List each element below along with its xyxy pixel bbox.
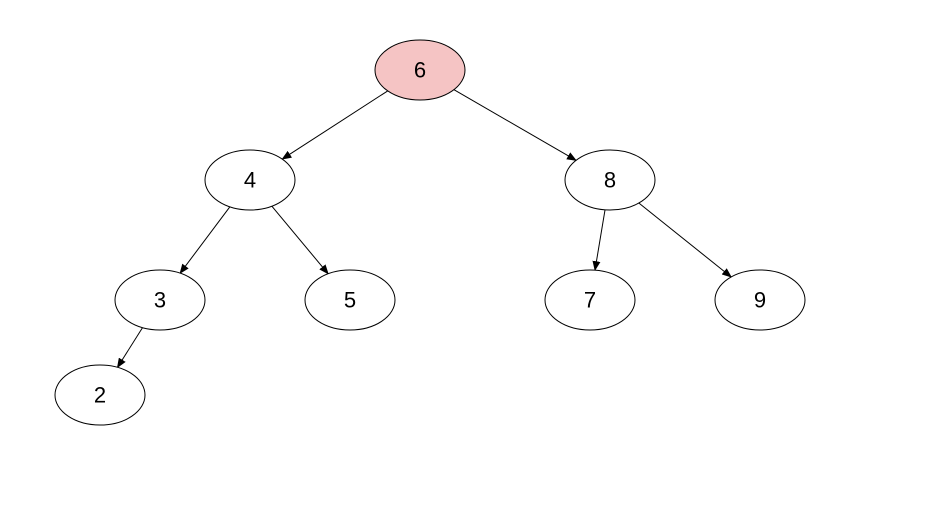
tree-node: 3 (115, 270, 205, 330)
tree-edge (180, 207, 230, 273)
tree-node: 8 (565, 150, 655, 210)
tree-edge (639, 203, 731, 277)
tree-edge (595, 210, 605, 270)
tree-node: 9 (715, 270, 805, 330)
node-label: 3 (154, 288, 166, 313)
tree-nodes: 6 4 8 3 5 7 9 2 (55, 40, 805, 425)
tree-edge (117, 328, 142, 368)
node-label: 8 (604, 168, 616, 193)
node-label: 5 (344, 288, 356, 313)
tree-node: 7 (545, 270, 635, 330)
tree-edge (454, 90, 576, 161)
node-label: 7 (584, 288, 596, 313)
tree-node: 5 (305, 270, 395, 330)
tree-node: 4 (205, 150, 295, 210)
node-label: 6 (414, 58, 426, 83)
tree-edges (117, 90, 731, 368)
tree-node: 6 (375, 40, 465, 100)
tree-edge (282, 91, 387, 159)
node-label: 4 (244, 168, 256, 193)
binary-tree-diagram: 6 4 8 3 5 7 9 2 (0, 0, 935, 518)
tree-edge (272, 206, 328, 274)
node-label: 9 (754, 288, 766, 313)
tree-node: 2 (55, 365, 145, 425)
node-label: 2 (94, 383, 106, 408)
